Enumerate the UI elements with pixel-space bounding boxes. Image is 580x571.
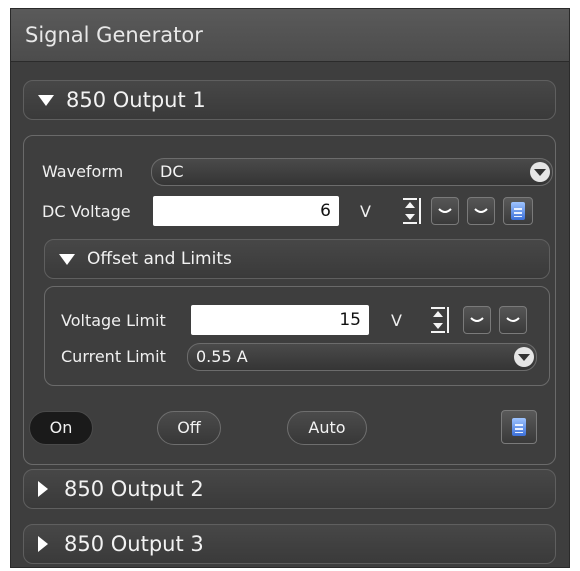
section-title: Offset and Limits [87, 249, 232, 269]
increase-icon [506, 317, 520, 322]
section-title: 850 Output 1 [66, 88, 206, 112]
dc-voltage-input[interactable]: 6 [153, 196, 339, 226]
offset-limits-body [44, 286, 550, 386]
section-header-offset-limits[interactable]: Offset and Limits [44, 239, 550, 279]
dc-voltage-label: DC Voltage [42, 202, 131, 221]
calculator-icon [511, 202, 525, 220]
chevron-down-icon [59, 253, 75, 265]
current-limit-value: 0.55 A [196, 347, 248, 366]
decrease-icon [438, 208, 452, 213]
waveform-label: Waveform [42, 162, 124, 181]
waveform-value: DC [160, 162, 184, 181]
chevron-right-icon [38, 481, 48, 497]
increase-button[interactable] [499, 306, 527, 334]
stepper-icon[interactable] [401, 198, 423, 224]
calculator-button[interactable] [503, 197, 533, 225]
calculator-button[interactable] [501, 410, 537, 444]
voltage-limit-label: Voltage Limit [61, 311, 166, 330]
voltage-limit-unit: V [391, 311, 402, 330]
on-button[interactable]: On [29, 411, 93, 445]
decrease-icon [470, 317, 484, 322]
section-title: 850 Output 3 [64, 532, 204, 556]
increase-button[interactable] [467, 197, 495, 225]
voltage-limit-input[interactable]: 15 [191, 305, 369, 335]
signal-generator-panel: Signal Generator 850 Output 1 Waveform D… [10, 8, 570, 568]
decrease-button[interactable] [431, 197, 459, 225]
section-header-output-2[interactable]: 850 Output 2 [23, 469, 556, 509]
auto-button[interactable]: Auto [287, 411, 367, 445]
calculator-icon [512, 418, 526, 436]
chevron-down-icon [38, 94, 54, 106]
current-limit-select[interactable]: 0.55 A [187, 343, 537, 371]
section-title: 850 Output 2 [64, 477, 204, 501]
decrease-button[interactable] [463, 306, 491, 334]
waveform-select[interactable]: DC [151, 158, 553, 186]
chevron-down-icon [530, 162, 550, 182]
off-button[interactable]: Off [157, 411, 221, 445]
increase-icon [474, 208, 488, 213]
chevron-down-icon [514, 347, 534, 367]
stepper-icon[interactable] [429, 307, 451, 333]
dc-voltage-unit: V [360, 202, 371, 221]
chevron-right-icon [38, 536, 48, 552]
current-limit-label: Current Limit [61, 347, 166, 366]
section-header-output-3[interactable]: 850 Output 3 [23, 524, 556, 564]
panel-title: Signal Generator [11, 9, 569, 62]
section-header-output-1[interactable]: 850 Output 1 [23, 80, 556, 120]
